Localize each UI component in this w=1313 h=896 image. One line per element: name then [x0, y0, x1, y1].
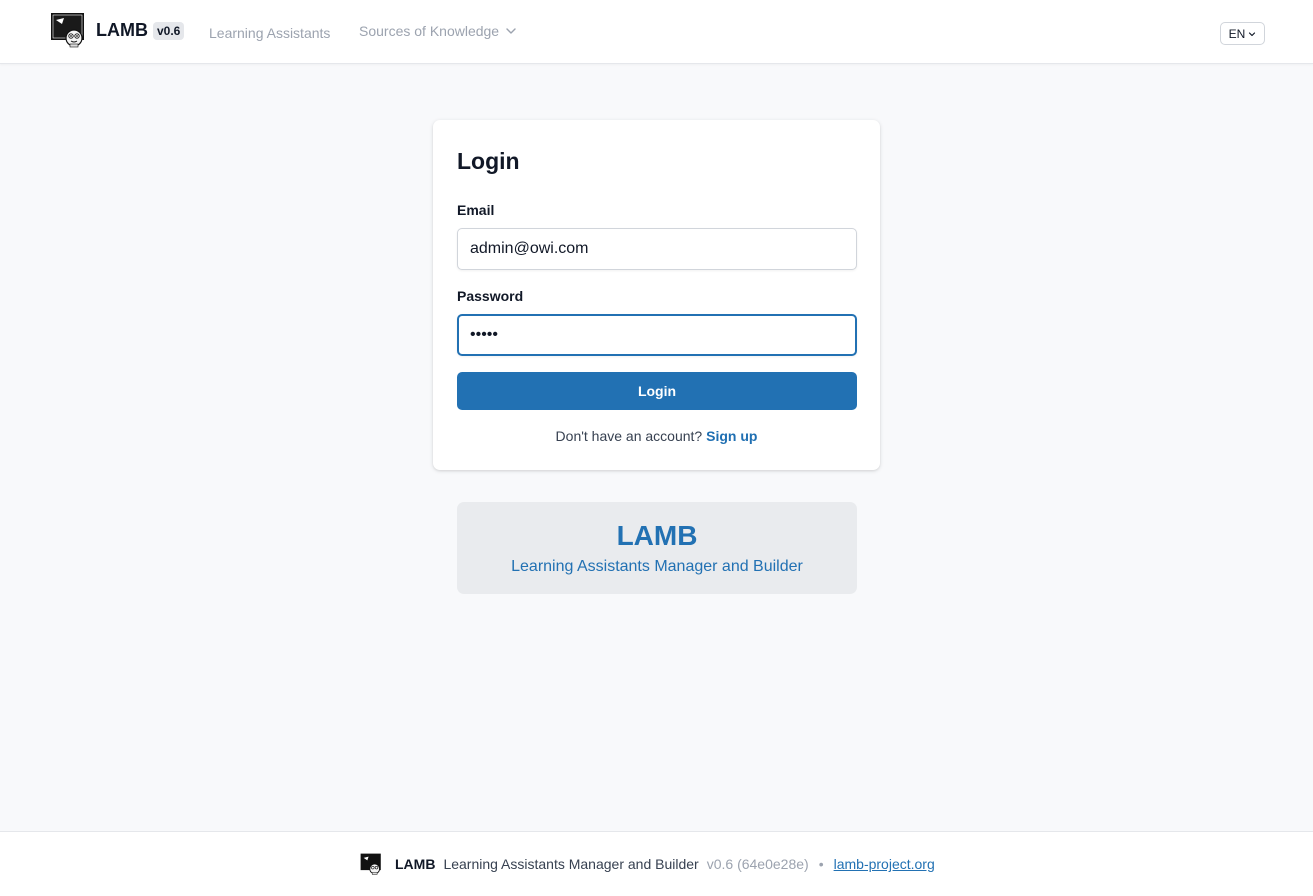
email-label: Email	[457, 202, 495, 218]
promo-subtitle: Learning Assistants Manager and Builder	[511, 558, 803, 575]
footer-description: Learning Assistants Manager and Builder	[443, 856, 699, 872]
signup-prompt-text: Don't have an account?	[555, 428, 703, 444]
nav-sources-of-knowledge-dropdown[interactable]: Sources of Knowledge	[359, 23, 517, 39]
promo-title: LAMB	[616, 520, 698, 551]
signup-link[interactable]: Sign up	[706, 428, 757, 444]
version-badge: v0.6	[153, 22, 185, 40]
language-selector[interactable]: EN	[1220, 22, 1265, 45]
footer-content: LAMB Learning Assistants Manager and Bui…	[360, 853, 935, 875]
nav-sources-label: Sources of Knowledge	[359, 23, 500, 39]
lamb-logo-icon	[360, 853, 381, 875]
nav-learning-assistants[interactable]: Learning Assistants	[209, 25, 330, 41]
top-nav-bar: LAMB v0.6 Learning Assistants Sources of…	[0, 0, 1313, 64]
brand-home-link[interactable]: LAMB v0.6	[50, 12, 185, 48]
chevron-down-icon	[1249, 31, 1256, 36]
login-card: Login Email Password Login Don't have an…	[433, 120, 880, 470]
email-field[interactable]	[457, 228, 857, 270]
lamb-logo-icon	[51, 13, 84, 48]
footer-brand: LAMB	[395, 856, 436, 872]
password-label: Password	[457, 288, 524, 304]
chevron-down-icon	[506, 28, 516, 34]
lamb-promo-box: LAMB Learning Assistants Manager and Bui…	[457, 502, 857, 594]
language-label: EN	[1228, 26, 1246, 41]
signup-prompt: Don't have an account? Sign up	[433, 428, 880, 444]
footer-version: v0.6 (64e0e28e)	[706, 856, 809, 872]
page-footer: LAMB Learning Assistants Manager and Bui…	[0, 831, 1313, 896]
login-title: Login	[457, 148, 520, 174]
footer-project-link[interactable]: lamb-project.org	[834, 856, 935, 872]
password-field[interactable]	[457, 314, 857, 356]
login-button[interactable]: Login	[457, 372, 857, 410]
footer-separator: •	[818, 856, 824, 872]
brand-name: LAMB	[96, 19, 148, 40]
